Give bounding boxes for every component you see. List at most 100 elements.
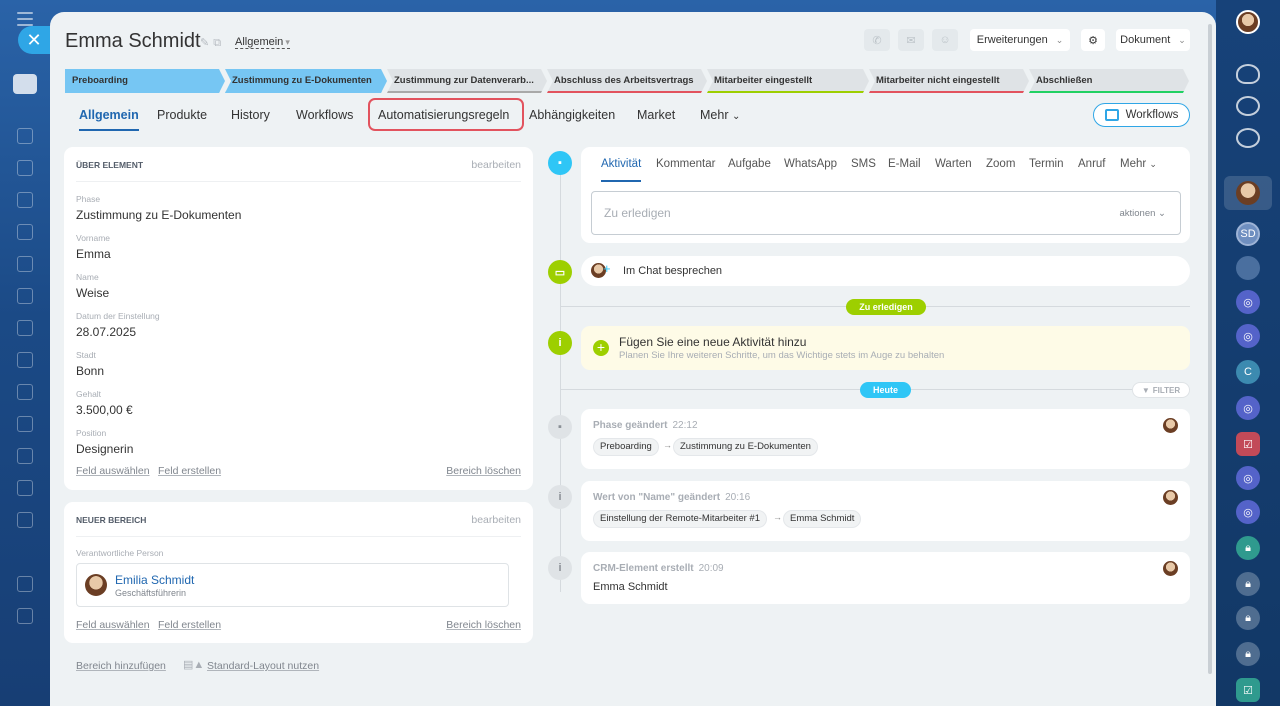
delete-section-link[interactable]: Bereich löschen: [446, 619, 521, 631]
lock-icon[interactable]: 🔒︎: [1236, 606, 1260, 630]
stage-hired[interactable]: Mitarbeiter eingestellt: [707, 69, 869, 93]
openline-icon[interactable]: ◎: [1236, 290, 1260, 314]
menu-icon[interactable]: [17, 12, 33, 26]
lock-icon[interactable]: 🔒︎: [1236, 642, 1260, 666]
stage-not-hired[interactable]: Mitarbeiter nicht eingestellt: [869, 69, 1029, 93]
create-field-link[interactable]: Feld erstellen: [158, 465, 221, 477]
stage-contract[interactable]: Abschluss des Arbeitsvertrags: [547, 69, 707, 93]
person-name[interactable]: Emilia Schmidt: [115, 573, 194, 587]
category-selector[interactable]: Allgemein ▾: [235, 36, 290, 49]
nav-mail-icon[interactable]: [17, 480, 33, 496]
tab-history[interactable]: History: [231, 108, 270, 122]
tab-market[interactable]: Market: [637, 108, 675, 122]
nav-sign-icon[interactable]: [17, 416, 33, 432]
create-field-link[interactable]: Feld erstellen: [158, 619, 221, 631]
tab-workflows[interactable]: Workflows: [296, 108, 353, 122]
select-field-link[interactable]: Feld auswählen: [76, 465, 150, 477]
tab-dependencies[interactable]: Abhängigkeiten: [529, 108, 615, 122]
meeting-button[interactable]: ☺: [932, 29, 958, 51]
tab-products[interactable]: Produkte: [157, 108, 207, 122]
chat-discuss-bar[interactable]: + Im Chat besprechen: [581, 256, 1190, 286]
support-icon[interactable]: [1236, 96, 1260, 116]
scrollbar[interactable]: [1208, 24, 1212, 674]
select-field-link[interactable]: Feld auswählen: [76, 619, 150, 631]
activity-tab[interactable]: SMS: [851, 158, 876, 170]
search-icon[interactable]: [1236, 128, 1260, 148]
actions-dropdown[interactable]: aktionen ⌄: [1119, 208, 1166, 219]
openline-icon[interactable]: ◎: [1236, 500, 1260, 524]
nav-store-icon[interactable]: [17, 448, 33, 464]
tab-general[interactable]: Allgemein: [79, 108, 139, 131]
add-activity-card[interactable]: + Fügen Sie eine neue Aktivität hinzu Pl…: [581, 326, 1190, 370]
nav-docs-icon[interactable]: [17, 192, 33, 208]
delete-section-link[interactable]: Bereich löschen: [446, 465, 521, 477]
nav-filter-icon[interactable]: [17, 576, 33, 592]
active-contact[interactable]: [1224, 176, 1272, 210]
close-slider-button[interactable]: ✕: [18, 26, 50, 54]
extensions-button[interactable]: Erweiterungen ⌄: [970, 29, 1070, 51]
nav-chat-icon[interactable]: [17, 320, 33, 336]
plus-icon: +: [603, 261, 611, 276]
notifications-icon[interactable]: [1236, 64, 1260, 84]
filter-button[interactable]: ▼ FILTER: [1132, 382, 1190, 398]
nav-shop-icon[interactable]: [17, 384, 33, 400]
nav-inbox-icon[interactable]: [17, 512, 33, 528]
add-section-link[interactable]: Bereich hinzufügen: [76, 660, 166, 672]
tasks-icon[interactable]: ☑: [1236, 432, 1260, 456]
value-chip: Einstellung der Remote-Mitarbeiter #1: [593, 510, 767, 528]
collapse-icon[interactable]: [13, 74, 37, 94]
email-button[interactable]: ✉: [898, 29, 924, 51]
activity-tab[interactable]: E-Mail: [888, 158, 921, 170]
nav-users-icon[interactable]: [17, 160, 33, 176]
tab-more[interactable]: Mehr ⌄: [700, 108, 740, 122]
contact-c-badge[interactable]: C: [1236, 360, 1260, 384]
tasks-icon[interactable]: ☑: [1236, 678, 1260, 702]
standard-layout-link[interactable]: Standard-Layout nutzen: [207, 660, 319, 672]
workflows-button[interactable]: Workflows: [1093, 103, 1190, 127]
todo-input[interactable]: Zu erledigen aktionen ⌄: [591, 191, 1181, 235]
settings-button[interactable]: ⚙: [1081, 29, 1105, 51]
user-avatar[interactable]: [1236, 10, 1260, 34]
activity-tab[interactable]: WhatsApp: [784, 158, 837, 170]
add-circle-icon[interactable]: +: [593, 340, 609, 356]
field-value[interactable]: Emma: [76, 247, 111, 261]
nav-calendar-icon[interactable]: [17, 256, 33, 272]
nav-feed-icon[interactable]: [17, 128, 33, 144]
nav-grid-icon[interactable]: [17, 608, 33, 624]
activity-tab[interactable]: Warten: [935, 158, 972, 170]
lock-icon[interactable]: 🔒︎: [1236, 536, 1260, 560]
filter-icon: ▼: [1141, 385, 1150, 395]
nav-crm-icon[interactable]: [17, 352, 33, 368]
responsible-person[interactable]: Emilia Schmidt Geschäftsführerin: [76, 563, 509, 607]
openline-icon[interactable]: ◎: [1236, 324, 1260, 348]
contact-photo[interactable]: [1236, 256, 1260, 280]
contact-sd-badge[interactable]: SD: [1236, 222, 1260, 246]
document-button[interactable]: Dokument ⌄: [1116, 29, 1190, 51]
call-button[interactable]: ✆: [864, 29, 890, 51]
stage-e-documents[interactable]: Zustimmung zu E-Dokumenten: [225, 69, 387, 93]
activity-tab[interactable]: Zoom: [986, 158, 1015, 170]
field-value[interactable]: Weise: [76, 286, 109, 300]
field-value[interactable]: Zustimmung zu E-Dokumenten: [76, 208, 241, 222]
edit-link[interactable]: bearbeiten: [471, 514, 521, 526]
activity-tab-more[interactable]: Mehr ⌄: [1120, 158, 1157, 170]
activity-tab[interactable]: Aufgabe: [728, 158, 771, 170]
edit-link[interactable]: bearbeiten: [471, 159, 521, 171]
stage-finish[interactable]: Abschließen: [1029, 69, 1189, 93]
nav-tasks-icon[interactable]: [17, 288, 33, 304]
activity-tab[interactable]: Termin: [1029, 158, 1064, 170]
openline-icon[interactable]: ◎: [1236, 396, 1260, 420]
stage-preboarding[interactable]: Preboarding: [65, 69, 225, 93]
lock-icon[interactable]: 🔒︎: [1236, 572, 1260, 596]
field-value[interactable]: Bonn: [76, 364, 104, 378]
field-value[interactable]: 3.500,00 €: [76, 403, 133, 417]
activity-tab[interactable]: Kommentar: [656, 158, 715, 170]
openline-icon[interactable]: ◎: [1236, 466, 1260, 490]
stage-data-processing[interactable]: Zustimmung zur Datenverarb...: [387, 69, 547, 93]
nav-drive-icon[interactable]: [17, 224, 33, 240]
field-value[interactable]: Designerin: [76, 442, 133, 456]
activity-tab[interactable]: Anruf: [1078, 158, 1106, 170]
edit-icon[interactable]: ✎⧉: [200, 36, 225, 50]
field-value[interactable]: 28.07.2025: [76, 325, 136, 339]
activity-tab[interactable]: Aktivität: [601, 158, 642, 182]
